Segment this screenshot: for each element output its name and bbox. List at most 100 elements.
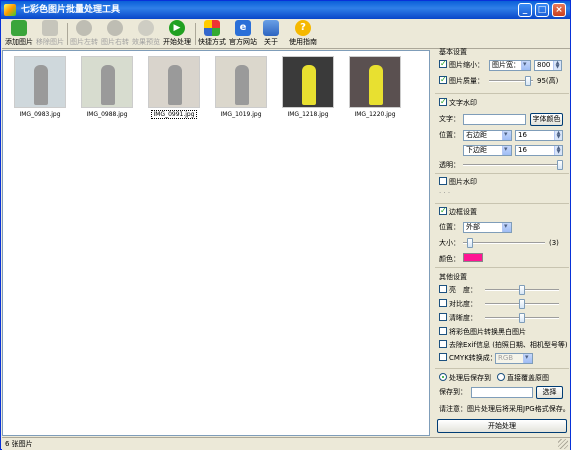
- browse-button[interactable]: 选择: [536, 386, 563, 399]
- chevron-down-icon: [502, 222, 511, 232]
- grayscale-checkbox[interactable]: [439, 327, 447, 335]
- preview-button[interactable]: 效果预览: [131, 20, 161, 48]
- brightness-checkbox[interactable]: [439, 285, 447, 293]
- opacity-slider[interactable]: [463, 160, 563, 170]
- cmyk-target-select[interactable]: RGB: [495, 353, 533, 364]
- start-processing-button[interactable]: 开始处理: [437, 419, 567, 433]
- border-size-value: (3): [549, 239, 559, 247]
- play-icon: ▶: [169, 20, 185, 36]
- text-watermark-row[interactable]: 文字水印: [439, 96, 477, 109]
- rotate-left-button[interactable]: 图片左转: [69, 20, 99, 48]
- slider-thumb[interactable]: [519, 313, 525, 323]
- thumbnail-image: [282, 56, 334, 108]
- other-settings-title: 其他设置: [439, 273, 467, 281]
- sharpness-row[interactable]: 清晰度：: [439, 312, 477, 324]
- about-button[interactable]: 关于: [259, 20, 283, 48]
- minimize-button[interactable]: _: [518, 3, 532, 17]
- app-icon: [4, 4, 16, 16]
- window-title: 七彩色图片批量处理工具: [21, 5, 121, 15]
- grayscale-row[interactable]: 将彩色图片转换黑白图片: [439, 326, 526, 338]
- border-position-select[interactable]: 外部: [463, 222, 512, 233]
- filename-text: IMG_1218.jpg: [287, 111, 329, 118]
- border-color-swatch[interactable]: [463, 253, 483, 262]
- text-watermark-checkbox[interactable]: [439, 96, 447, 108]
- filename-text: IMG_0983.jpg: [19, 111, 61, 118]
- guide-button[interactable]: ? 使用指南: [286, 20, 320, 48]
- image-thumbnail[interactable]: IMG_1220.jpg: [346, 56, 404, 118]
- thumbnail-filename: IMG_1019.jpg: [212, 111, 270, 118]
- filename-text: IMG_0991.jpg: [151, 110, 197, 119]
- resize-value-spinner[interactable]: 800 ▲ ▼: [534, 60, 562, 71]
- divider: [435, 93, 569, 94]
- save-to-radio-row[interactable]: 处理后保存到: [439, 372, 491, 384]
- image-thumbnail[interactable]: IMG_1019.jpg: [212, 56, 270, 118]
- image-gallery[interactable]: IMG_0983.jpg IMG_0988.jpg IMG_0991.jpg IMG_…: [2, 50, 430, 436]
- quality-checkbox[interactable]: [439, 74, 447, 86]
- remove-image-button[interactable]: 移除图片: [35, 20, 65, 48]
- border-position-label: 位置：: [439, 223, 460, 231]
- image-thumbnail[interactable]: IMG_0983.jpg: [11, 56, 69, 118]
- slider-thumb[interactable]: [525, 76, 531, 86]
- spinner-arrows-icon[interactable]: ▲ ▼: [553, 61, 561, 70]
- spinner-arrows-icon[interactable]: ▲ ▼: [554, 146, 562, 155]
- sharpness-slider[interactable]: [485, 313, 559, 323]
- slider-thumb[interactable]: [467, 238, 473, 248]
- maximize-button[interactable]: □: [535, 3, 549, 17]
- border-checkbox[interactable]: [439, 205, 447, 217]
- horizontal-position-select[interactable]: 右边距: [463, 130, 512, 141]
- cmyk-checkbox[interactable]: [439, 353, 447, 361]
- close-button[interactable]: ×: [552, 3, 566, 17]
- save-path-input[interactable]: [471, 387, 533, 398]
- save-to-radio[interactable]: [439, 373, 447, 381]
- slider-thumb[interactable]: [519, 285, 525, 295]
- thumbnail-image: [349, 56, 401, 108]
- quality-slider[interactable]: [489, 76, 533, 86]
- thumbnail-image: [81, 56, 133, 108]
- shortcut-button[interactable]: 快捷方式: [197, 20, 227, 48]
- horizontal-margin-spinner[interactable]: 16 ▲ ▼: [515, 130, 563, 141]
- slider-thumb[interactable]: [557, 160, 563, 170]
- cmyk-row[interactable]: CMYK转换成：: [439, 352, 497, 364]
- image-thumbnail[interactable]: IMG_0991.jpg: [145, 56, 203, 119]
- vertical-margin-spinner[interactable]: 16 ▲ ▼: [515, 145, 563, 156]
- overwrite-radio-row[interactable]: 直接覆盖原图: [497, 372, 549, 384]
- remove-exif-row[interactable]: 去除Exif信息 (拍照日期、相机型号等): [439, 339, 568, 351]
- text-label: 文字：: [439, 115, 460, 123]
- ie-icon: e: [235, 20, 251, 36]
- website-button[interactable]: e 官方网站: [228, 20, 258, 48]
- sharpness-checkbox[interactable]: [439, 313, 447, 321]
- image-thumbnail[interactable]: IMG_0988.jpg: [78, 56, 136, 118]
- vertical-position-select[interactable]: 下边距: [463, 145, 512, 156]
- slider-thumb[interactable]: [519, 299, 525, 309]
- thumbnail-filename: IMG_1218.jpg: [279, 111, 337, 118]
- border-size-label: 大小：: [439, 239, 460, 247]
- add-image-button[interactable]: 添加图片: [4, 20, 34, 48]
- brightness-slider[interactable]: [485, 285, 559, 295]
- contrast-slider[interactable]: [485, 299, 559, 309]
- contrast-row[interactable]: 对比度：: [439, 298, 477, 310]
- start-toolbar-button[interactable]: ▶ 开始处理: [162, 20, 192, 48]
- rotate-right-button[interactable]: 图片右转: [100, 20, 130, 48]
- watermark-text-input[interactable]: [463, 114, 526, 125]
- app-window: 七彩色图片批量处理工具 _ □ × 添加图片 移除图片 图片左转 图片右转 效果…: [0, 0, 571, 450]
- brightness-row[interactable]: 亮 度：: [439, 284, 477, 296]
- title-bar: 七彩色图片批量处理工具 _ □ ×: [1, 1, 570, 19]
- resize-checkbox[interactable]: [439, 58, 447, 70]
- image-thumbnail[interactable]: IMG_1218.jpg: [279, 56, 337, 118]
- resize-checkbox-row[interactable]: 图片缩小：: [439, 58, 484, 71]
- quality-checkbox-row[interactable]: 图片质量：: [439, 74, 484, 87]
- thumbnail-figure: [168, 65, 182, 105]
- resize-mode-select[interactable]: 图片宽：: [489, 60, 531, 71]
- thumbnail-figure: [369, 65, 383, 105]
- contrast-checkbox[interactable]: [439, 299, 447, 307]
- overwrite-radio[interactable]: [497, 373, 505, 381]
- image-watermark-checkbox[interactable]: [439, 177, 447, 185]
- remove-exif-checkbox[interactable]: [439, 340, 447, 348]
- font-color-button[interactable]: 字体颜色: [530, 113, 563, 126]
- border-row[interactable]: 边框设置: [439, 205, 477, 218]
- spinner-arrows-icon[interactable]: ▲ ▼: [554, 131, 562, 140]
- border-size-slider[interactable]: [463, 238, 545, 248]
- resize-grip-icon[interactable]: [558, 439, 568, 449]
- image-watermark-placeholder: · · ·: [439, 189, 451, 197]
- border-color-label: 颜色：: [439, 255, 460, 263]
